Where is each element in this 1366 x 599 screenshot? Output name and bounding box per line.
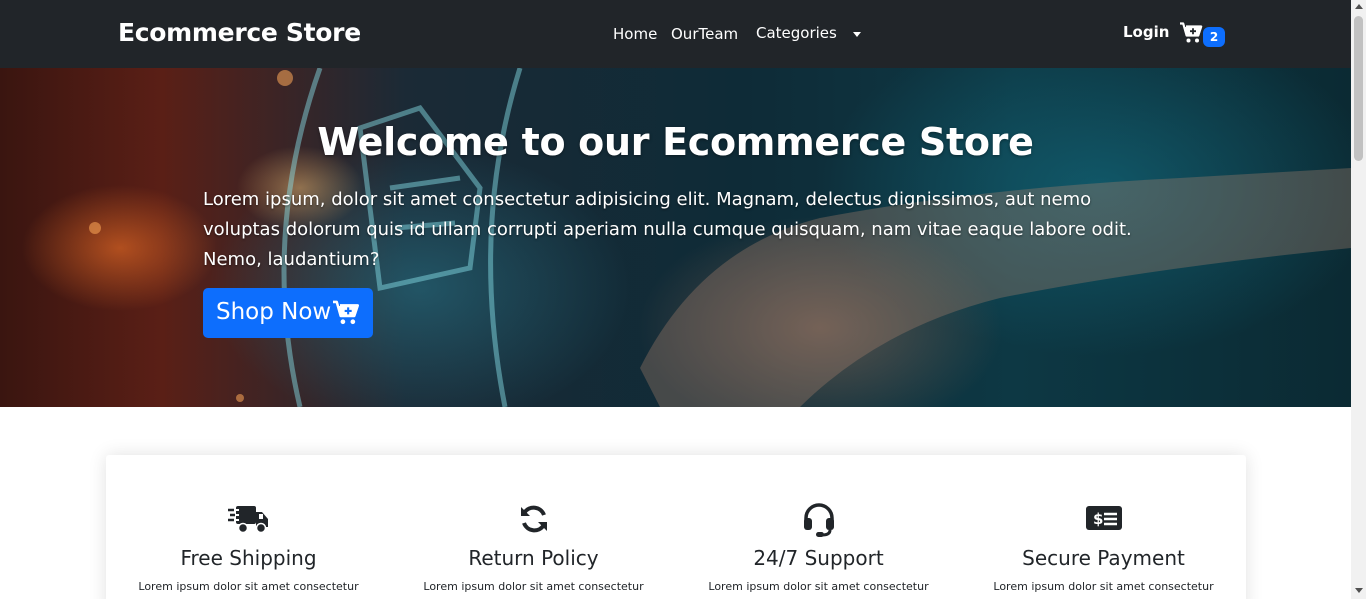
shop-now-button[interactable]: Shop Now — [203, 288, 373, 338]
rotate-icon — [520, 505, 547, 533]
feature-title: Secure Payment — [1022, 546, 1185, 570]
nav-link-ourteam[interactable]: OurTeam — [671, 25, 738, 43]
feature-title: 24/7 Support — [753, 546, 884, 570]
shop-now-label: Shop Now — [216, 299, 332, 325]
headset-icon — [803, 503, 834, 537]
feature-text: Lorem ipsum dolor sit amet consectetur — [423, 580, 644, 593]
feature-text: Lorem ipsum dolor sit amet consectetur — [993, 580, 1214, 593]
feature-free-shipping: Free Shipping Lorem ipsum dolor sit amet… — [106, 455, 391, 599]
hero-description: Lorem ipsum, dolor sit amet consectetur … — [203, 189, 1132, 270]
feature-return-policy: Return Policy Lorem ipsum dolor sit amet… — [391, 455, 676, 599]
feature-title: Free Shipping — [180, 546, 317, 570]
feature-secure-payment: $ Secure Payment Lorem ipsum dolor sit a… — [961, 455, 1246, 599]
feature-text: Lorem ipsum dolor sit amet consectetur — [138, 580, 359, 593]
svg-text:$: $ — [1093, 510, 1103, 528]
cart-plus-icon — [1180, 22, 1203, 43]
scroll-down-arrow-icon[interactable] — [1355, 588, 1363, 593]
brand-logo[interactable]: Ecommerce Store — [118, 18, 361, 47]
hero-banner: Welcome to our Ecommerce Store Lorem ips… — [0, 68, 1351, 407]
page-scrollbar[interactable] — [1351, 0, 1366, 599]
feature-support: 24/7 Support Lorem ipsum dolor sit amet … — [676, 455, 961, 599]
hero-title: Welcome to our Ecommerce Store — [317, 120, 1034, 164]
feature-title: Return Policy — [468, 546, 599, 570]
cart-button[interactable]: 2 — [1180, 22, 1228, 48]
nav-dropdown-categories[interactable]: Categories — [756, 24, 837, 42]
scroll-up-arrow-icon[interactable] — [1355, 4, 1363, 9]
page: Ecommerce Store Home OurTeam Categories … — [0, 0, 1366, 599]
cart-plus-icon — [333, 300, 360, 325]
truck-fast-icon — [227, 506, 268, 534]
login-link[interactable]: Login — [1123, 23, 1169, 41]
caret-down-icon[interactable] — [853, 32, 861, 37]
navbar: Ecommerce Store Home OurTeam Categories … — [0, 0, 1351, 68]
cart-count-badge: 2 — [1203, 27, 1225, 47]
features-card: Free Shipping Lorem ipsum dolor sit amet… — [106, 455, 1246, 599]
feature-text: Lorem ipsum dolor sit amet consectetur — [708, 580, 929, 593]
money-check-icon: $ — [1085, 506, 1122, 530]
nav-link-home[interactable]: Home — [613, 25, 657, 43]
scrollbar-thumb[interactable] — [1354, 16, 1363, 161]
